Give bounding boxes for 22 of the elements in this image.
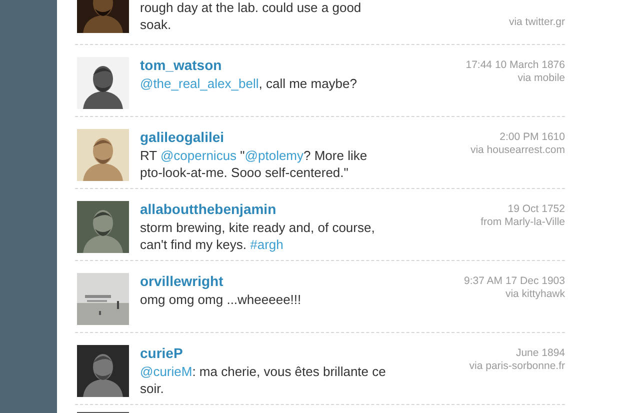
tweet-text: rough day at the lab. could use a good soak. <box>140 0 362 33</box>
timestamp[interactable]: June 1894 <box>516 347 565 360</box>
source-text: from Marly-la-Ville <box>480 216 565 229</box>
tweet-text: RT @copernicus "@ptolemy? More like pto-look-at-me. Sooo self-centered." <box>140 147 368 181</box>
timestamp[interactable]: 2:00 PM 1610 <box>500 131 565 144</box>
tweet-text: @the_real_alex_bell, call me maybe? <box>140 75 358 92</box>
timestamp[interactable]: 19 Oct 1752 <box>508 203 565 216</box>
source-text: via kittyhawk <box>505 288 565 301</box>
timestamp[interactable]: 17:44 10 March 1876 <box>466 59 565 72</box>
timestamp[interactable]: 9:37 AM 17 Dec 1903 <box>464 275 565 288</box>
username-link[interactable]: tom_watson <box>140 57 222 74</box>
source-text: via twitter.gr <box>508 16 565 29</box>
source-text: via housearrest.com <box>470 144 565 157</box>
tweet-text: omg omg omg ...wheeeee!!! <box>140 291 302 308</box>
tweet-text: @curieM: ma cherie, vous êtes brillante ce soir. <box>140 363 387 397</box>
username-link[interactable]: allaboutthebenjamin <box>140 201 276 218</box>
username-link[interactable]: galileogalilei <box>140 129 224 146</box>
source-text: via mobile <box>518 72 565 85</box>
username-link[interactable]: curieP <box>140 345 183 362</box>
username-link[interactable]: orvillewright <box>140 273 224 290</box>
source-text: via paris-sorbonne.fr <box>469 360 565 373</box>
tweet-text: storm brewing, kite ready and, of course, can't find my keys. #argh <box>140 219 376 253</box>
